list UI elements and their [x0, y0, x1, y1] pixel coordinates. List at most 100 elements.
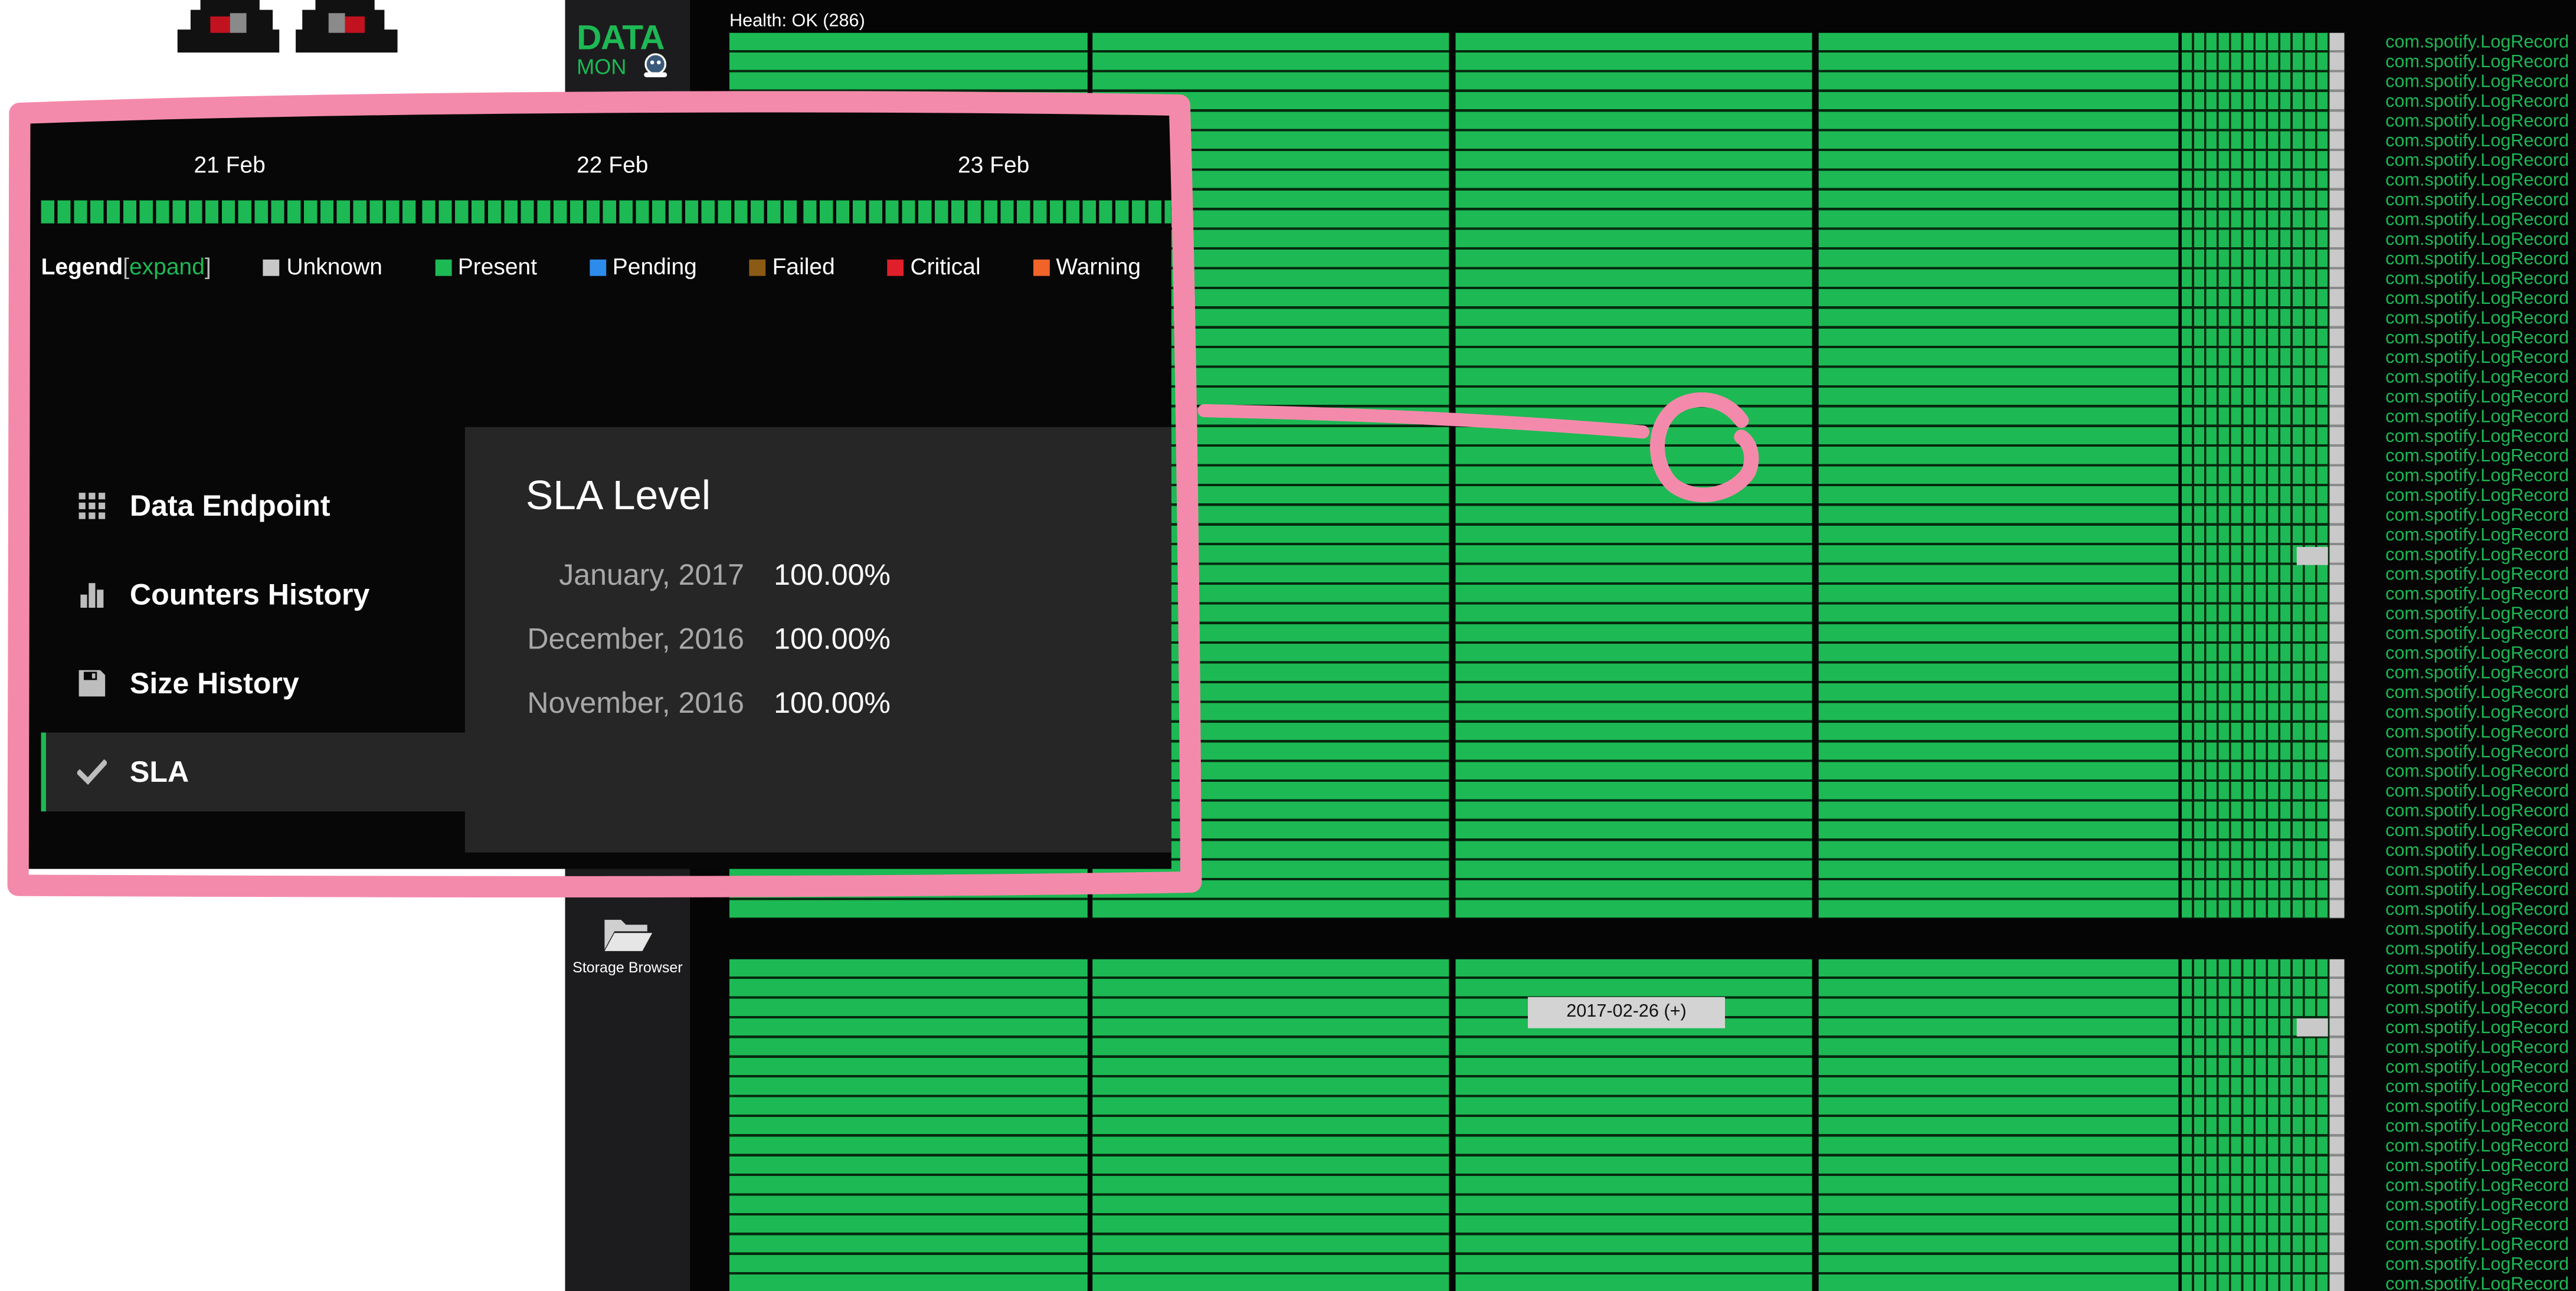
- row-label[interactable]: com.spotify.LogRecord: [2385, 1097, 2576, 1117]
- nav-size-history[interactable]: Size History: [41, 644, 485, 723]
- row-label[interactable]: com.spotify.LogRecord: [2385, 388, 2576, 407]
- row-label[interactable]: com.spotify.LogRecord: [2385, 151, 2576, 171]
- timeline-ticks[interactable]: [422, 200, 797, 224]
- row-label[interactable]: com.spotify.LogRecord: [2385, 624, 2576, 644]
- timeline-ticks[interactable]: [41, 200, 416, 224]
- row-label[interactable]: com.spotify.LogRecord: [2385, 112, 2576, 131]
- row-label[interactable]: com.spotify.LogRecord: [2385, 210, 2576, 230]
- folder-open-icon: [604, 919, 653, 951]
- unknown-cell[interactable]: [2296, 547, 2328, 565]
- grid-block[interactable]: [1818, 32, 2179, 919]
- row-label[interactable]: com.spotify.LogRecord: [2385, 683, 2576, 703]
- row-label[interactable]: com.spotify.LogRecord: [2385, 1117, 2576, 1136]
- row-label[interactable]: com.spotify.LogRecord: [2385, 407, 2576, 427]
- timeline-ticks[interactable]: [803, 200, 1171, 224]
- row-label[interactable]: com.spotify.LogRecord: [2385, 467, 2576, 486]
- row-label[interactable]: com.spotify.LogRecord: [2385, 1176, 2576, 1195]
- row-label[interactable]: com.spotify.LogRecord: [2385, 1136, 2576, 1156]
- row-label[interactable]: com.spotify.LogRecord: [2385, 526, 2576, 545]
- row-label[interactable]: com.spotify.LogRecord: [2385, 171, 2576, 191]
- grid-unknown-column[interactable]: [2329, 959, 2345, 1291]
- row-label[interactable]: com.spotify.LogRecord: [2385, 664, 2576, 683]
- row-label[interactable]: com.spotify.LogRecord: [2385, 1196, 2576, 1215]
- grid-block[interactable]: [1455, 32, 1812, 919]
- row-label[interactable]: com.spotify.LogRecord: [2385, 1018, 2576, 1038]
- storage-browser-button[interactable]: Storage Browser: [565, 913, 690, 976]
- grid-block[interactable]: [729, 959, 1088, 1291]
- date-label: 21 Feb: [194, 151, 266, 178]
- legend-item-unknown: Unknown: [263, 253, 382, 279]
- unknown-cell[interactable]: [2296, 1018, 2328, 1037]
- row-label[interactable]: com.spotify.LogRecord: [2385, 821, 2576, 841]
- row-label[interactable]: com.spotify.LogRecord: [2385, 585, 2576, 604]
- row-label[interactable]: com.spotify.LogRecord: [2385, 348, 2576, 368]
- grid-unknown-column[interactable]: [2329, 32, 2345, 919]
- row-label[interactable]: com.spotify.LogRecord: [2385, 939, 2576, 959]
- row-label[interactable]: com.spotify.LogRecord: [2385, 841, 2576, 860]
- row-label[interactable]: com.spotify.LogRecord: [2385, 1255, 2576, 1274]
- row-label[interactable]: com.spotify.LogRecord: [2385, 979, 2576, 998]
- legend-item-failed: Failed: [749, 253, 835, 279]
- row-label[interactable]: com.spotify.LogRecord: [2385, 329, 2576, 348]
- grid-fine-cells[interactable]: [2181, 32, 2330, 919]
- row-label[interactable]: com.spotify.LogRecord: [2385, 250, 2576, 269]
- row-label[interactable]: com.spotify.LogRecord: [2385, 545, 2576, 565]
- row-label[interactable]: com.spotify.LogRecord: [2385, 861, 2576, 880]
- row-label[interactable]: com.spotify.LogRecord: [2385, 33, 2576, 53]
- row-label[interactable]: com.spotify.LogRecord: [2385, 132, 2576, 151]
- row-label[interactable]: com.spotify.LogRecord: [2385, 1156, 2576, 1176]
- row-label[interactable]: com.spotify.LogRecord: [2385, 368, 2576, 388]
- row-label[interactable]: com.spotify.LogRecord: [2385, 309, 2576, 328]
- row-label[interactable]: com.spotify.LogRecord: [2385, 880, 2576, 900]
- nav-data-endpoint[interactable]: Data Endpoint: [41, 467, 485, 546]
- storage-browser-label: Storage Browser: [572, 959, 683, 976]
- sla-row: December, 2016 100.00%: [465, 622, 1171, 662]
- date-label: 23 Feb: [957, 151, 1030, 178]
- row-label[interactable]: com.spotify.LogRecord: [2385, 72, 2576, 91]
- legend-item-present: Present: [434, 253, 537, 279]
- row-label[interactable]: com.spotify.LogRecord: [2385, 427, 2576, 447]
- row-label[interactable]: com.spotify.LogRecord: [2385, 999, 2576, 1018]
- row-label[interactable]: com.spotify.LogRecord: [2385, 270, 2576, 289]
- nav-label: SLA: [129, 755, 189, 789]
- row-label[interactable]: com.spotify.LogRecord: [2385, 900, 2576, 920]
- row-label[interactable]: com.spotify.LogRecord: [2385, 644, 2576, 663]
- row-label[interactable]: com.spotify.LogRecord: [2385, 703, 2576, 722]
- date-tag[interactable]: 2017-02-26 (+): [1527, 997, 1725, 1028]
- row-label[interactable]: com.spotify.LogRecord: [2385, 959, 2576, 979]
- row-label[interactable]: com.spotify.LogRecord: [2385, 1235, 2576, 1254]
- row-label[interactable]: com.spotify.LogRecord: [2385, 191, 2576, 210]
- screenshot-stage: DATA MON Storage Browser Health: OK (286…: [0, 0, 2576, 1291]
- row-label[interactable]: com.spotify.LogRecord: [2385, 1215, 2576, 1235]
- grid-fine-cells[interactable]: [2181, 959, 2330, 1291]
- row-label[interactable]: com.spotify.LogRecord: [2385, 920, 2576, 939]
- row-label[interactable]: com.spotify.LogRecord: [2385, 53, 2576, 72]
- row-label[interactable]: com.spotify.LogRecord: [2385, 782, 2576, 801]
- row-label[interactable]: com.spotify.LogRecord: [2385, 604, 2576, 624]
- nav-counters-history[interactable]: Counters History: [41, 555, 485, 634]
- row-label[interactable]: com.spotify.LogRecord: [2385, 762, 2576, 782]
- nav-sla[interactable]: SLA: [41, 732, 485, 812]
- row-label[interactable]: com.spotify.LogRecord: [2385, 742, 2576, 762]
- datamon-logo[interactable]: DATA MON: [577, 19, 667, 79]
- row-label[interactable]: com.spotify.LogRecord: [2385, 230, 2576, 250]
- grid-block[interactable]: [1818, 959, 2179, 1291]
- row-label[interactable]: com.spotify.LogRecord: [2385, 447, 2576, 466]
- legend-expand-link[interactable]: expand: [129, 253, 205, 280]
- row-label[interactable]: com.spotify.LogRecord: [2385, 289, 2576, 309]
- date-label: 22 Feb: [577, 151, 649, 178]
- robot-feet-icon: [177, 0, 398, 53]
- row-label[interactable]: com.spotify.LogRecord: [2385, 801, 2576, 821]
- row-label[interactable]: com.spotify.LogRecord: [2385, 565, 2576, 585]
- row-label[interactable]: com.spotify.LogRecord: [2385, 1077, 2576, 1097]
- row-label[interactable]: com.spotify.LogRecord: [2385, 486, 2576, 506]
- row-label[interactable]: com.spotify.LogRecord: [2385, 1274, 2576, 1291]
- grid-block[interactable]: [1092, 959, 1449, 1291]
- row-label[interactable]: com.spotify.LogRecord: [2385, 1058, 2576, 1077]
- row-label[interactable]: com.spotify.LogRecord: [2385, 92, 2576, 112]
- row-label[interactable]: com.spotify.LogRecord: [2385, 506, 2576, 525]
- logo-data-text: DATA: [577, 19, 665, 58]
- row-label[interactable]: com.spotify.LogRecord: [2385, 723, 2576, 742]
- row-label[interactable]: com.spotify.LogRecord: [2385, 1038, 2576, 1057]
- bar-chart-icon: [80, 583, 104, 608]
